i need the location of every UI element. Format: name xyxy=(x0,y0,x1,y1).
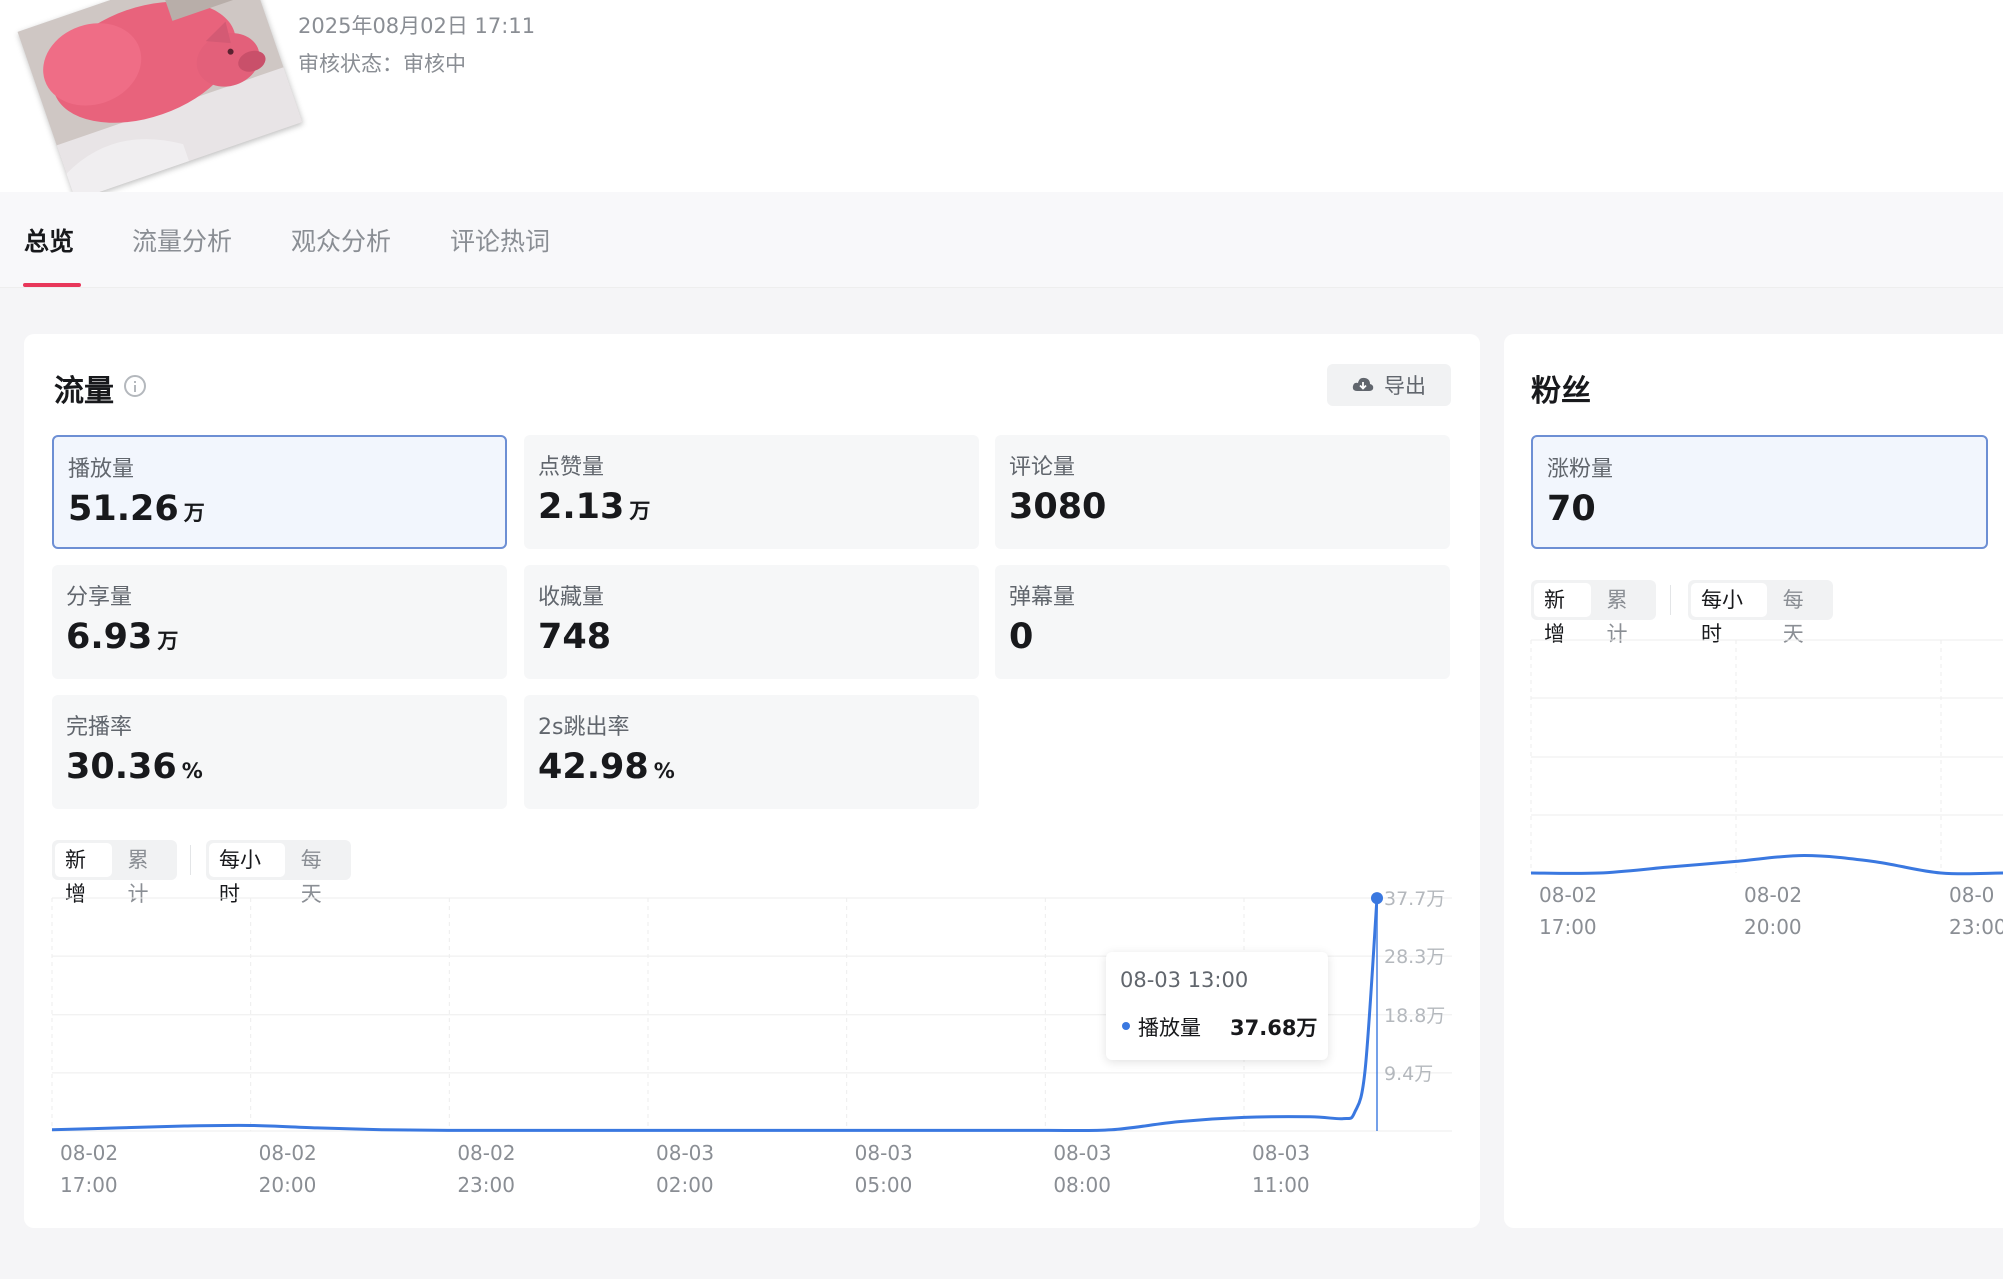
metric-favorites[interactable]: 收藏量 748 xyxy=(524,565,979,679)
mode-new-option[interactable]: 新增 xyxy=(55,843,112,906)
metric-value: 3080 xyxy=(1009,487,1107,527)
metric-likes[interactable]: 点赞量 2.13 万 xyxy=(524,435,979,549)
tab-comment-keywords[interactable]: 评论热词 xyxy=(450,222,550,258)
mode-new-option[interactable]: 新增 xyxy=(1534,583,1591,646)
info-icon[interactable] xyxy=(124,375,146,397)
tab-traffic-analysis[interactable]: 流量分析 xyxy=(132,222,232,258)
traffic-card: 流量 导出 播放量 51.26 万 点赞量 2.13 万 评论量 3080 分享量 … xyxy=(24,334,1480,1228)
metric-label: 2s跳出率 xyxy=(538,715,630,740)
traffic-title: 流量 xyxy=(54,374,114,409)
publish-time: 2025年08月02日 17:11 xyxy=(298,14,536,38)
metric-shares[interactable]: 分享量 6.93 万 xyxy=(52,565,507,679)
metric-danmaku[interactable]: 弹幕量 0 xyxy=(995,565,1450,679)
metric-label: 完播率 xyxy=(66,715,133,740)
tab-bar: 总览 流量分析 观众分析 评论热词 xyxy=(0,192,2003,288)
video-header: 2025年08月02日 17:11 审核状态：审核中 xyxy=(0,0,2003,201)
tooltip-value: 37.68万 xyxy=(1230,1016,1318,1040)
metric-bounce-rate[interactable]: 2s跳出率 42.98% xyxy=(524,695,979,809)
fans-interval-toggle: 每小时 每天 xyxy=(1688,580,1833,646)
metric-plays[interactable]: 播放量 51.26 万 xyxy=(52,435,507,549)
metric-value: 70 xyxy=(1547,489,1596,529)
traffic-interval-toggle: 每小时 每天 xyxy=(206,840,351,906)
interval-hourly-option[interactable]: 每小时 xyxy=(209,843,285,906)
export-label: 导出 xyxy=(1384,374,1426,398)
metric-comments[interactable]: 评论量 3080 xyxy=(995,435,1450,549)
status-label: 审核状态： xyxy=(298,52,403,76)
tooltip-series-dot xyxy=(1122,1022,1130,1030)
metric-label: 播放量 xyxy=(68,457,135,482)
metric-completion-rate[interactable]: 完播率 30.36% xyxy=(52,695,507,809)
cloud-download-icon xyxy=(1352,377,1374,391)
status-value: 审核中 xyxy=(403,52,466,76)
toggle-divider xyxy=(190,845,191,875)
metric-value: 30.36% xyxy=(66,747,203,787)
toggle-divider xyxy=(1670,585,1671,615)
metric-label: 分享量 xyxy=(66,585,133,610)
tooltip-time: 08-03 13:00 xyxy=(1120,968,1249,992)
interval-daily-option[interactable]: 每天 xyxy=(291,843,348,906)
metric-value: 748 xyxy=(538,617,612,657)
metric-value: 42.98% xyxy=(538,747,675,787)
tab-overview[interactable]: 总览 xyxy=(24,222,74,258)
tooltip-series-name: 播放量 xyxy=(1138,1016,1201,1040)
review-status: 审核状态：审核中 xyxy=(298,48,466,78)
mode-cumulative-option[interactable]: 累计 xyxy=(118,843,175,906)
metric-value: 0 xyxy=(1009,617,1034,657)
pig-thumbnail-image xyxy=(17,0,303,201)
metric-label: 弹幕量 xyxy=(1009,585,1076,610)
metric-label: 点赞量 xyxy=(538,455,605,480)
export-button[interactable]: 导出 xyxy=(1327,364,1451,406)
tabs-divider xyxy=(0,287,2003,288)
metric-label: 收藏量 xyxy=(538,585,605,610)
mode-cumulative-option[interactable]: 累计 xyxy=(1597,583,1654,646)
fans-title: 粉丝 xyxy=(1531,374,1591,409)
chart-tooltip: 08-03 13:00 播放量 37.68万 xyxy=(1106,952,1328,1060)
traffic-mode-toggle: 新增 累计 xyxy=(52,840,177,906)
metric-value: 51.26 万 xyxy=(68,489,205,529)
metric-value: 6.93 万 xyxy=(66,617,179,657)
video-thumbnail[interactable] xyxy=(17,0,318,208)
interval-hourly-option[interactable]: 每小时 xyxy=(1691,583,1767,646)
metric-label: 涨粉量 xyxy=(1547,457,1614,482)
metric-label: 评论量 xyxy=(1009,455,1076,480)
fans-mode-toggle: 新增 累计 xyxy=(1531,580,1656,646)
tab-audience-analysis[interactable]: 观众分析 xyxy=(291,222,391,258)
interval-daily-option[interactable]: 每天 xyxy=(1773,583,1830,646)
fans-card: 粉丝 涨粉量 70 新增 累计 每小时 每天 xyxy=(1504,334,2003,1228)
metric-new-followers[interactable]: 涨粉量 70 xyxy=(1531,435,1988,549)
metric-value: 2.13 万 xyxy=(538,487,651,527)
